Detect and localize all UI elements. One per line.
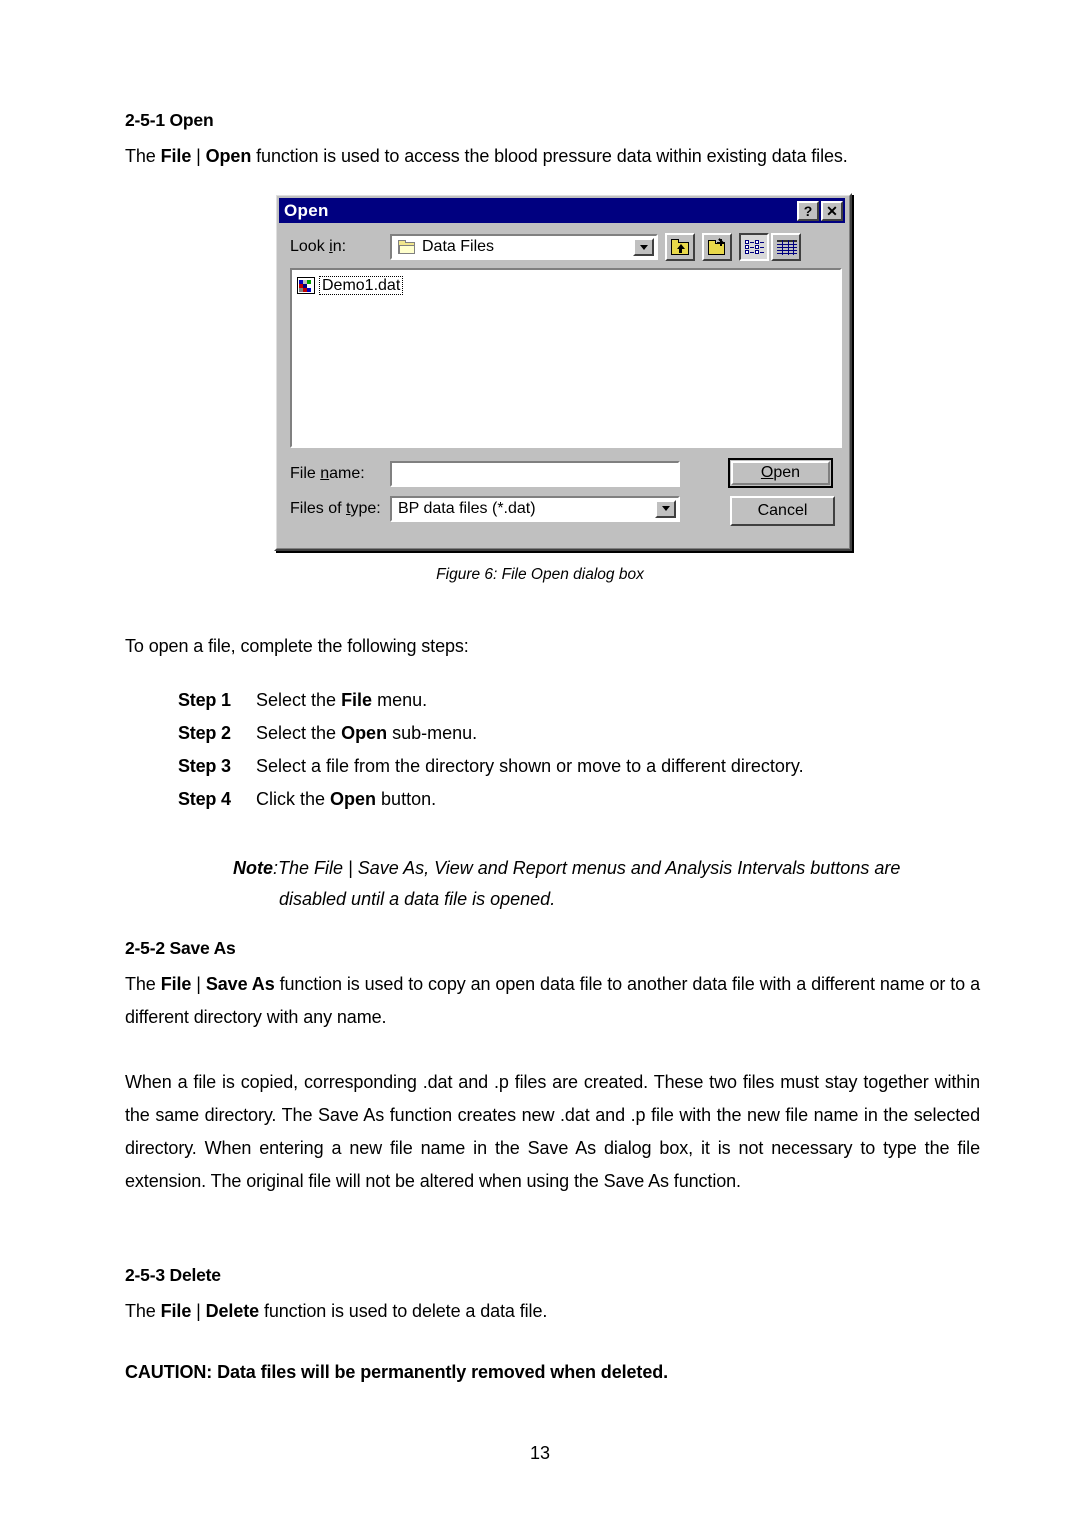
file-name-label: File name: [290, 465, 390, 483]
note-lead: Note [233, 858, 273, 878]
section-heading-open: 2-5-1 Open [125, 110, 214, 130]
file-type-label-post: ype: [350, 499, 381, 517]
folder-icon [398, 239, 416, 255]
file-type-value: BP data files (*.dat) [398, 499, 536, 517]
delete-pre: The [125, 1301, 161, 1321]
step-text-bold: File [341, 690, 373, 710]
step-text-pre: Select a file from the directory shown o… [256, 756, 804, 776]
document-page: 2-5-1 Open The File | Open function is u… [0, 0, 1080, 1528]
details-view-button[interactable] [771, 233, 801, 261]
figure-caption: Figure 6: File Open dialog box [436, 566, 644, 583]
step-label: Step 3 [178, 756, 231, 776]
note-block: Note:The File | Save As, View and Report… [233, 853, 978, 915]
close-icon[interactable]: ✕ [821, 200, 843, 221]
chevron-down-icon[interactable] [655, 499, 676, 518]
open-intro-open: Open [205, 146, 252, 166]
step-row: Step 2 Select the Open sub-menu. [178, 723, 804, 756]
file-name-label-post: ame: [329, 464, 365, 482]
open-intro-file: File [160, 146, 192, 166]
step-text: Select the Open sub-menu. [256, 723, 477, 744]
page-number: 13 [529, 1443, 551, 1463]
step-text-post: button. [376, 789, 437, 809]
look-in-label: Look in: [290, 238, 390, 256]
delete-bold: Delete [205, 1301, 260, 1321]
look-in-combobox[interactable]: Data Files [390, 234, 658, 260]
open-intro-pre: The [125, 146, 161, 166]
file-name-label-pre: File [290, 464, 321, 482]
step-text: Select the File menu. [256, 690, 427, 711]
file-list-item-label: Demo1.dat [319, 275, 404, 295]
data-file-icon [297, 276, 315, 294]
paragraph-delete-intro: The File | Delete function is used to de… [125, 1295, 980, 1328]
step-row: Step 1 Select the File menu. [178, 690, 804, 723]
file-name-input[interactable] [390, 460, 680, 487]
section-heading-delete: 2-5-3 Delete [125, 1265, 221, 1285]
paragraph-save-as-detail: When a file is copied, corresponding .da… [125, 1072, 980, 1191]
paragraph-open-intro: The File | Open function is used to acce… [125, 140, 915, 173]
list-view-button[interactable] [739, 233, 769, 261]
step-row: Step 4 Click the Open button. [178, 789, 804, 822]
delete-post: function is used to delete a data file. [259, 1301, 548, 1321]
step-text-post: sub-menu. [387, 723, 478, 743]
cancel-button-label: Cancel [757, 502, 808, 519]
step-text-pre: Select the [256, 690, 342, 710]
delete-bar: | [191, 1301, 206, 1321]
file-open-dialog: Open ? ✕ Look in: Data Files Demo1.dat F… [274, 193, 852, 551]
paragraph-save-as-intro: The File | Save As function is used to c… [125, 968, 980, 1034]
step-text-bold: Open [330, 789, 377, 809]
dialog-title: Open [284, 200, 329, 220]
look-in-row: Look in: Data Files [290, 233, 842, 261]
open-button-label: Open [761, 464, 800, 482]
caution-notice: CAUTION: Data files will be permanently … [125, 1362, 669, 1382]
saveas-bar: | [191, 974, 206, 994]
saveas-file: File [160, 974, 192, 994]
note-line1: The File | Save As, View and Report menu… [278, 858, 901, 878]
step-text-bold: Open [341, 723, 388, 743]
step-text-pre: Select the [256, 723, 342, 743]
saveas-pre: The [125, 974, 161, 994]
create-new-folder-button[interactable] [702, 233, 732, 261]
file-list-item[interactable]: Demo1.dat [297, 275, 404, 295]
look-in-label-post: n: [332, 238, 347, 255]
step-label: Step 4 [178, 789, 231, 809]
cancel-button[interactable]: Cancel [730, 496, 835, 526]
details-view-icon [777, 240, 797, 255]
file-type-label: Files of type: [290, 500, 390, 518]
step-text-pre: Click the [256, 789, 331, 809]
folder-up-arrow-icon [671, 239, 689, 255]
step-text-post: menu. [372, 690, 428, 710]
open-button-rest: pen [773, 464, 801, 481]
step-text: Click the Open button. [256, 789, 436, 810]
dialog-titlebar: Open ? ✕ [279, 198, 845, 223]
delete-file: File [160, 1301, 192, 1321]
open-intro-bar: | [191, 146, 206, 166]
new-folder-icon [708, 238, 727, 255]
list-view-icon [745, 240, 765, 255]
look-in-value: Data Files [422, 238, 495, 255]
step-label: Step 2 [178, 723, 231, 743]
open-button[interactable]: Open [728, 458, 833, 488]
step-row: Step 3 Select a file from the directory … [178, 756, 804, 789]
file-type-label-pre: Files of [290, 499, 347, 517]
step-label: Step 1 [178, 690, 231, 710]
note-line2: disabled until a data file is opened. [279, 889, 556, 909]
open-intro-post: function is used to access the blood pre… [251, 146, 848, 166]
file-name-label-mnemonic: n [320, 464, 330, 482]
look-in-label-pre: Look [290, 238, 330, 255]
chevron-down-icon[interactable] [633, 238, 654, 256]
section-heading-save-as: 2-5-2 Save As [125, 938, 236, 958]
help-icon[interactable]: ? [797, 200, 819, 221]
file-list-pane[interactable]: Demo1.dat [290, 268, 842, 448]
saveas-bold: Save As [205, 974, 275, 994]
step-text: Select a file from the directory shown o… [256, 756, 804, 777]
up-one-level-button[interactable] [665, 233, 695, 261]
file-type-combobox[interactable]: BP data files (*.dat) [390, 495, 680, 522]
steps-list: Step 1 Select the File menu. Step 2 Sele… [178, 690, 804, 822]
open-button-mnemonic: O [760, 464, 774, 481]
steps-intro: To open a file, complete the following s… [125, 636, 469, 656]
